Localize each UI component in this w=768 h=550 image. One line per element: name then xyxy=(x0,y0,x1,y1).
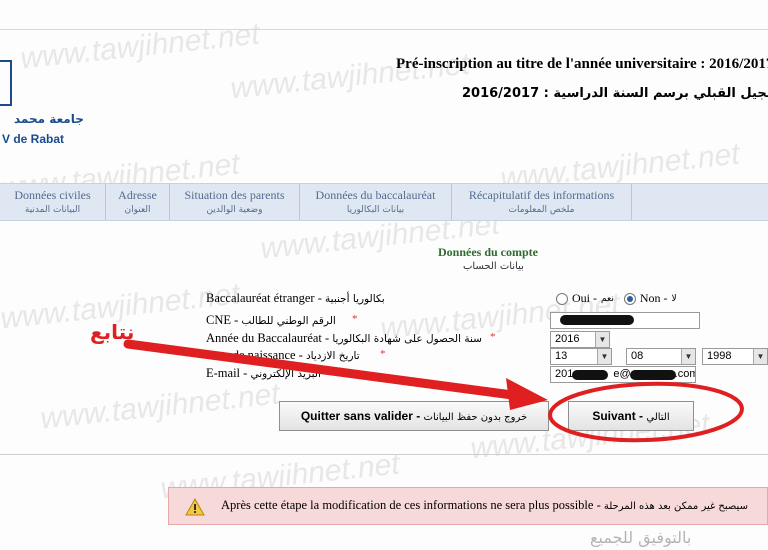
quit-without-saving-button[interactable]: Quitter sans valider - خروج بدون حفظ الب… xyxy=(279,401,549,431)
label-fr: Année du Baccalauréat - xyxy=(206,331,333,345)
select-value: 13 xyxy=(555,350,568,362)
tab-label-ar: البيانات المدنية xyxy=(24,205,81,215)
university-logo: جامعة محمد V de Rabat xyxy=(0,44,84,162)
bac-etranger-radio-group: Oui - نعم Non - لا xyxy=(556,291,677,306)
tab-donnees-civiles[interactable]: Données civiles البيانات المدنية xyxy=(0,184,106,220)
button-label-fr: Suivant - xyxy=(592,409,647,423)
warning-text-fr: Après cette étape la modification de ces… xyxy=(221,498,604,512)
label-ar: بكالوريا أجنبية xyxy=(325,293,385,305)
button-label-ar: خروج بدون حفظ البيانات xyxy=(423,412,528,423)
watermark-arabic: بالتوفيق للجميع xyxy=(590,528,692,547)
select-value: 1998 xyxy=(707,350,732,362)
label-cne: CNE - الرقم الوطني للطالب xyxy=(206,313,336,328)
label-email: E-mail - البريد الإلكتروني xyxy=(206,366,321,381)
redaction-mark xyxy=(572,370,608,380)
annee-bac-select[interactable]: 2016 ▼ xyxy=(550,331,610,348)
tab-situation-parents[interactable]: Situation des parents وضعية الوالدين xyxy=(170,184,300,220)
chevron-down-icon: ▼ xyxy=(753,349,767,364)
page-title-fr: Pré-inscription au titre de l'année univ… xyxy=(396,56,768,72)
label-fr: Date de naissance - xyxy=(206,348,306,362)
chevron-down-icon: ▼ xyxy=(681,349,695,364)
tab-label-ar: بيانات البكالوريا xyxy=(346,205,405,215)
radio-oui-label-fr: Oui - xyxy=(572,291,597,305)
tab-label-fr: Données du baccalauréat xyxy=(315,188,436,202)
page-header: جامعة محمد V de Rabat Pré-inscription au… xyxy=(0,30,768,158)
radio-non-label-ar: لا xyxy=(671,293,677,304)
tab-donnees-bac[interactable]: Données du baccalauréat بيانات البكالوري… xyxy=(300,184,452,220)
email-start: 201 xyxy=(555,368,574,380)
redaction-mark xyxy=(560,315,634,325)
logo-arabic-text: جامعة محمد xyxy=(14,112,84,126)
radio-oui-label-ar: نعم xyxy=(601,293,614,304)
label-ar: البريد الإلكتروني xyxy=(250,368,321,380)
tab-adresse[interactable]: Adresse العنوان xyxy=(106,184,170,220)
required-mark: * xyxy=(352,313,358,325)
label-ar: تاريخ الازدياد xyxy=(305,350,360,362)
warning-banner: Après cette étape la modification de ces… xyxy=(168,487,768,525)
button-label-ar: التالي xyxy=(646,412,670,423)
required-mark: * xyxy=(490,331,496,343)
label-fr: Baccalauréat étranger - xyxy=(206,291,326,305)
tab-label-fr: Données civiles xyxy=(14,188,91,202)
label-ar: الرقم الوطني للطالب xyxy=(241,315,336,327)
bottom-divider xyxy=(0,454,768,455)
page-title-ar: التسجيل القبلي برسم السنة الدراسية : 201… xyxy=(462,86,768,101)
registration-page: www.tawjihnet.net www.tawjihnet.net www.… xyxy=(0,0,768,550)
label-bac-etranger: Baccalauréat étranger - بكالوريا أجنبية xyxy=(206,291,385,306)
tab-label-ar: العنوان xyxy=(124,205,151,215)
tab-label-ar: وضعية الوالدين xyxy=(206,205,263,215)
radio-oui[interactable] xyxy=(556,292,568,305)
warning-text-ar: سيصبح غير ممكن بعد هذه المرحلة xyxy=(603,501,748,512)
birth-day-select[interactable]: 13 ▼ xyxy=(550,348,612,365)
label-ar: سنة الحصول على شهادة البكالوريا xyxy=(332,333,482,345)
tab-label-fr: Situation des parents xyxy=(184,188,285,202)
tab-label-ar: ملخص المعلومات xyxy=(508,205,575,215)
section-title-fr: Données du compte xyxy=(438,245,539,259)
next-button[interactable]: Suivant - التالي xyxy=(568,401,694,431)
tab-label-fr: Adresse xyxy=(118,188,157,202)
redaction-mark xyxy=(630,370,676,380)
label-annee-bac: Année du Baccalauréat - سنة الحصول على ش… xyxy=(206,331,482,346)
tab-recapitulatif[interactable]: Récapitulatif des informations ملخص المع… xyxy=(452,184,632,220)
email-mid: e@ xyxy=(613,368,631,380)
label-fr: E-mail - xyxy=(206,366,251,380)
button-label-fr: Quitter sans valider - xyxy=(300,409,424,423)
tab-label-fr: Récapitulatif des informations xyxy=(468,188,615,202)
logo-latin-text: V de Rabat xyxy=(2,132,65,146)
required-mark: * xyxy=(336,366,342,378)
birth-year-select[interactable]: 1998 ▼ xyxy=(702,348,768,365)
label-date-naissance: Date de naissance - تاريخ الازدياد xyxy=(206,348,360,363)
section-title-ar: بيانات الحساب xyxy=(463,261,524,272)
email-end: .com xyxy=(674,368,695,380)
radio-non-label-fr: Non - xyxy=(639,291,668,305)
select-value: 08 xyxy=(631,350,644,362)
label-fr: CNE - xyxy=(206,313,242,327)
warning-message: Après cette étape la modification de ces… xyxy=(221,498,748,513)
warning-icon xyxy=(185,498,205,516)
watermark: www.tawjihnet.net xyxy=(38,377,282,436)
logo-emblem-icon xyxy=(0,60,12,106)
step-tabs: Données civiles البيانات المدنية Adresse… xyxy=(0,183,768,221)
required-mark: * xyxy=(380,348,386,360)
birth-month-select[interactable]: 08 ▼ xyxy=(626,348,696,365)
radio-non[interactable] xyxy=(623,292,636,305)
chevron-down-icon: ▼ xyxy=(595,332,609,347)
select-value: 2016 xyxy=(555,333,580,345)
annotation-label: نتابع xyxy=(90,320,135,344)
chevron-down-icon: ▼ xyxy=(597,349,611,364)
